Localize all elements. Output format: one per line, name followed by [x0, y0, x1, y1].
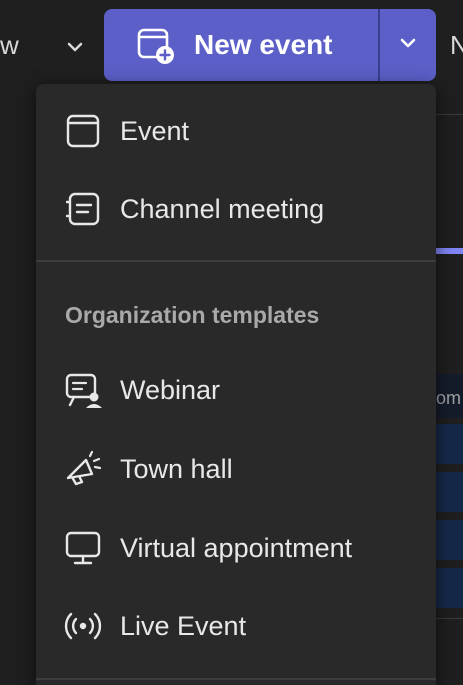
calendar-add-icon — [136, 25, 176, 65]
menu-item-channel-meeting[interactable]: Channel meeting — [36, 173, 436, 245]
new-event-split-button: New event — [104, 9, 436, 81]
channel-meeting-icon — [64, 190, 102, 228]
chevron-down-icon[interactable] — [64, 36, 86, 58]
menu-item-label: Town hall — [120, 453, 233, 484]
menu-item-virtual-appointment[interactable]: Virtual appointment — [36, 512, 436, 584]
menu-item-live-event[interactable]: Live Event — [36, 590, 436, 662]
calendar-event-block[interactable] — [436, 520, 463, 560]
calendar-icon — [64, 112, 102, 150]
new-event-dropdown-button[interactable] — [380, 9, 436, 81]
calendar-toolbar: w New event N — [0, 0, 463, 96]
calendar-event-block[interactable] — [436, 472, 463, 512]
new-event-menu: Event Channel meeting Organization templ… — [36, 84, 436, 685]
menu-item-label: Live Event — [120, 610, 247, 641]
menu-item-event[interactable]: Event — [36, 95, 436, 167]
monitor-icon — [64, 529, 102, 567]
calendar-cell-partial-text: om — [436, 388, 462, 408]
menu-item-label: Virtual appointment — [120, 532, 353, 563]
menu-item-webinar[interactable]: Webinar — [36, 354, 436, 426]
next-toolbar-item-partial[interactable]: N — [450, 30, 463, 61]
new-event-button[interactable]: New event — [104, 9, 378, 81]
menu-item-label: Webinar — [120, 374, 221, 405]
menu-item-town-hall[interactable]: Town hall — [36, 433, 436, 505]
menu-divider — [36, 260, 436, 262]
menu-item-label: Event — [120, 115, 190, 146]
menu-divider — [36, 678, 436, 680]
new-event-label: New event — [194, 29, 333, 60]
chevron-down-icon — [397, 32, 419, 59]
menu-item-label: Channel meeting — [120, 193, 325, 224]
current-day-indicator — [436, 248, 463, 254]
calendar-event-block[interactable] — [436, 568, 463, 608]
view-switcher-partial-label[interactable]: w — [0, 30, 19, 61]
grid-line — [436, 618, 463, 619]
organization-templates-header: Organization templates — [65, 302, 320, 328]
webinar-icon — [64, 371, 102, 409]
grid-line — [436, 114, 463, 115]
broadcast-icon — [64, 607, 102, 645]
calendar-event-block[interactable] — [436, 424, 463, 464]
megaphone-icon — [64, 450, 102, 488]
